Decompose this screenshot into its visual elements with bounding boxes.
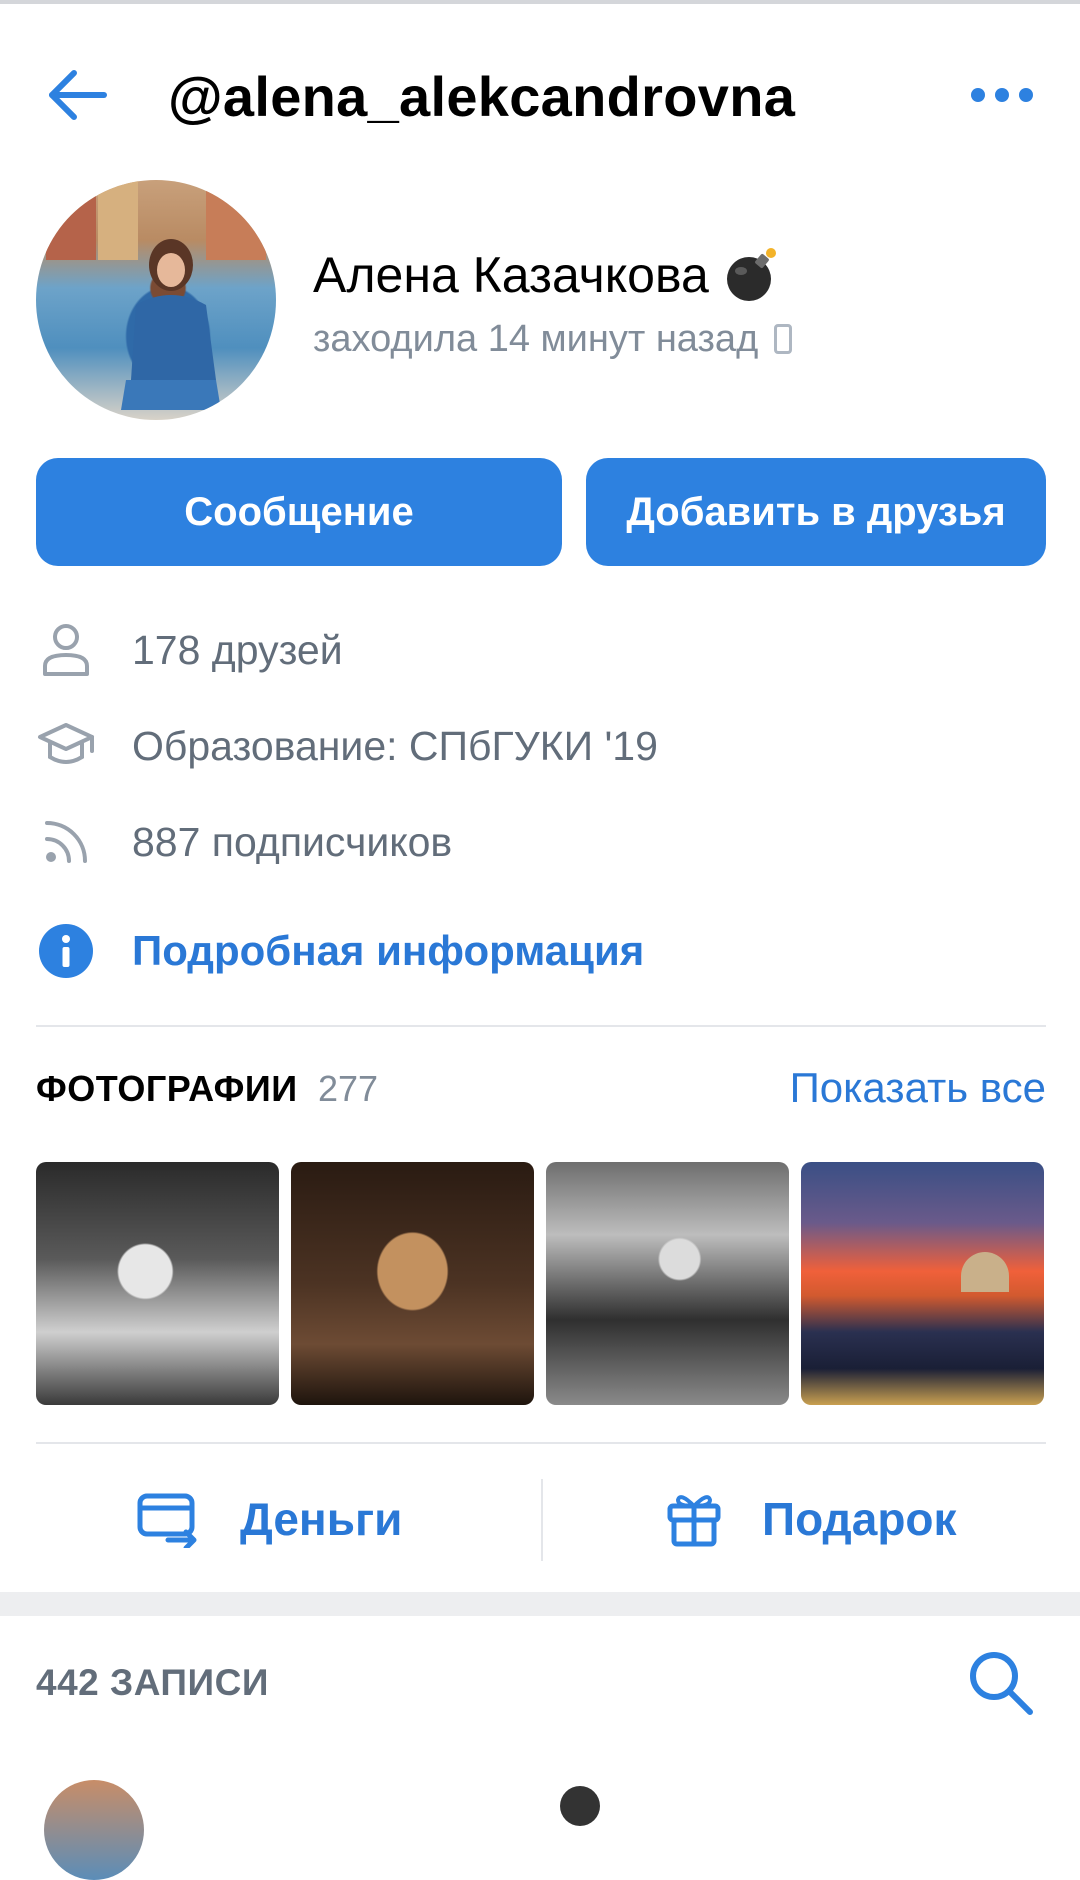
photo-thumbnail[interactable] (801, 1162, 1044, 1405)
photos-header: ФОТОГРАФИИ 277 Показать все (36, 1060, 1046, 1120)
avatar-bg-building (46, 190, 96, 260)
status-row: заходила 14 минут назад (313, 315, 793, 363)
details-link-row[interactable]: Подробная информация (36, 916, 644, 986)
name-row: Алена Казачкова (313, 240, 779, 310)
friends-row[interactable]: 178 друзей (36, 615, 343, 685)
education-row[interactable]: Образование: СПбГУКИ '19 (36, 711, 658, 781)
phone-icon (774, 324, 793, 354)
followers-row[interactable]: 887 подписчиков (36, 807, 452, 877)
arrow-left-icon (49, 70, 107, 120)
graduation-cap-icon (36, 716, 96, 776)
photos-count: 277 (318, 1068, 379, 1109)
user-icon (36, 620, 96, 680)
money-button[interactable]: Деньги (136, 1444, 402, 1594)
card-transfer-icon (137, 1493, 197, 1548)
more-button[interactable] (970, 80, 1034, 110)
back-button[interactable] (44, 65, 110, 125)
posts-search-button[interactable] (966, 1648, 1036, 1718)
header: @alena_alekcandrovna (0, 40, 1080, 150)
details-link[interactable]: Подробная информация (132, 926, 644, 976)
followers-count: 887 подписчиков (132, 819, 453, 865)
search-icon (970, 1652, 1033, 1715)
gift-label: Подарок (762, 1493, 957, 1545)
gift-icon (667, 1495, 721, 1547)
section-separator (0, 1592, 1080, 1616)
divider (36, 1025, 1046, 1027)
photo-thumbnail[interactable] (291, 1162, 534, 1405)
photos-title: ФОТОГРАФИИ (36, 1068, 298, 1109)
more-horizontal-icon (971, 88, 1033, 102)
top-border (0, 0, 1080, 4)
profile-handle: @alena_alekcandrovna (168, 65, 796, 128)
actions-separator (541, 1479, 543, 1561)
bomb-emoji-icon (560, 1786, 600, 1826)
photo-dome-detail (961, 1252, 1009, 1292)
posts-header: 442 ЗАПИСИ (36, 1648, 1046, 1718)
post-author-avatar[interactable] (44, 1780, 144, 1880)
last-seen-status: заходила 14 минут назад (313, 318, 759, 360)
friends-count: 178 друзей (132, 627, 343, 673)
avatar-person-figure (121, 239, 221, 410)
profile-name: Алена Казачкова (313, 247, 709, 303)
message-button[interactable]: Сообщение (36, 458, 562, 566)
add-friend-button[interactable]: Добавить в друзья (586, 458, 1046, 566)
education-text: Образование: СПбГУКИ '19 (132, 723, 658, 769)
rss-icon (36, 812, 96, 872)
bomb-emoji-icon (726, 248, 776, 301)
info-icon (36, 921, 96, 981)
photo-thumbnail[interactable] (546, 1162, 789, 1405)
actions-bar: Деньги Подарок (36, 1444, 1046, 1594)
photo-thumbnail[interactable] (36, 1162, 279, 1405)
money-label: Деньги (240, 1493, 403, 1545)
avatar[interactable] (36, 180, 276, 420)
posts-count-title: 442 ЗАПИСИ (36, 1662, 269, 1703)
show-all-photos-link[interactable]: Показать все (790, 1064, 1046, 1112)
gift-button[interactable]: Подарок (666, 1444, 957, 1594)
